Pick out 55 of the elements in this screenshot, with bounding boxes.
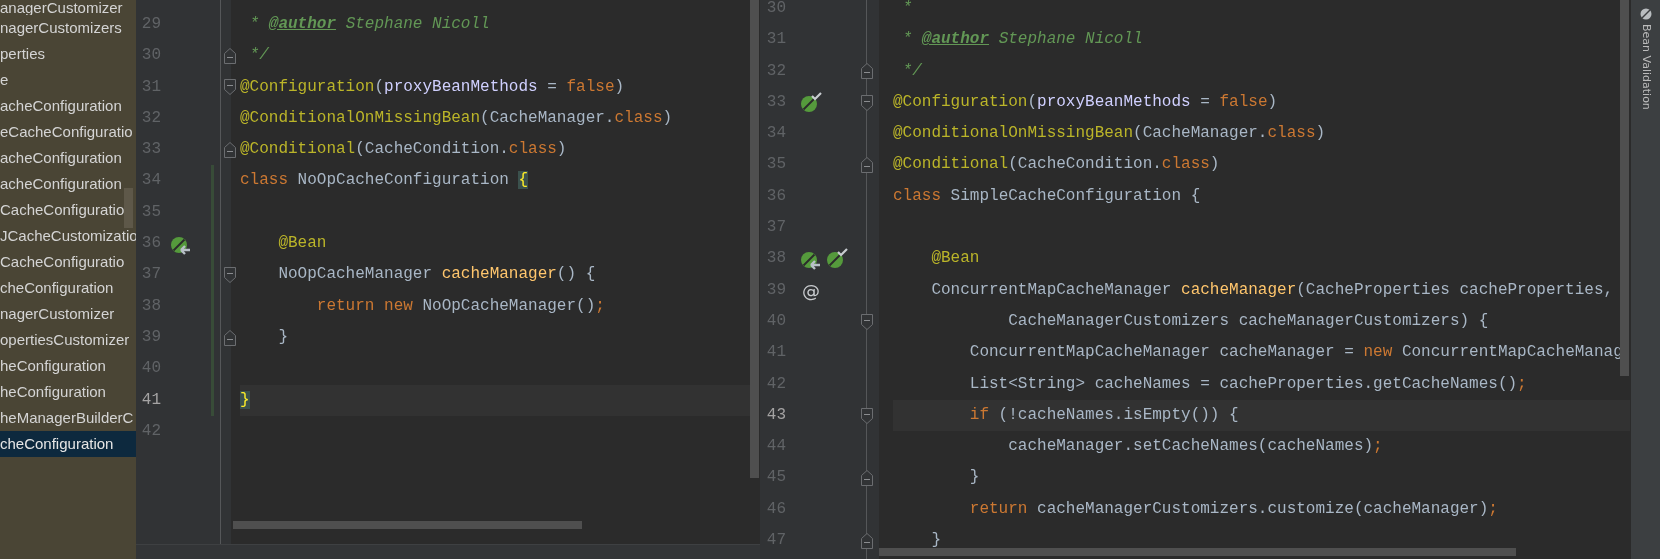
code-line: @Bean bbox=[930, 249, 980, 268]
tree-item[interactable]: heConfiguration bbox=[0, 379, 136, 405]
code-line: ConcurrentMapCacheManager cacheManager = new ConcurrentMapCacheManag bbox=[968, 343, 1623, 362]
code-line: */ bbox=[248, 46, 269, 65]
tree-item[interactable]: eCacheConfiguratio bbox=[0, 119, 136, 145]
bean-icon bbox=[1640, 8, 1652, 20]
tree-item[interactable]: cheConfiguration bbox=[0, 275, 136, 301]
bean-check-icon bbox=[800, 91, 822, 114]
code-line: class SimpleCacheConfiguration { bbox=[893, 186, 1201, 205]
code-line: } bbox=[930, 531, 941, 550]
code-line: */ bbox=[901, 61, 922, 80]
code-line: NoOpCacheManager cacheManager() { bbox=[277, 265, 596, 284]
at-sign-icon: @ bbox=[802, 279, 820, 301]
tree-item[interactable]: acheConfiguration bbox=[0, 93, 136, 119]
tree-item[interactable]: JCacheCustomizatio bbox=[0, 223, 136, 249]
bean-check-icon bbox=[826, 248, 848, 270]
code-line: if (!cacheNames.isEmpty()) { bbox=[968, 405, 1239, 424]
code-line: @ConditionalOnMissingBean(CacheManager.class) bbox=[893, 124, 1326, 143]
code-line: * @author Stephane Nicoll bbox=[248, 15, 490, 33]
scrollbar-thumb[interactable] bbox=[879, 548, 1516, 556]
code-line: @Conditional(CacheCondition.class) bbox=[240, 140, 567, 159]
tree-item[interactable]: e bbox=[0, 67, 136, 93]
code-line: CacheManagerCustomizers cacheManagerCustomizers) { bbox=[1007, 311, 1489, 330]
code-line: * @author Stephane Nicoll bbox=[901, 30, 1143, 49]
code-line: @Bean bbox=[277, 234, 327, 253]
code-line: return cacheManagerCustomizers.customize(cacheManager); bbox=[968, 499, 1498, 518]
code-line: * bbox=[901, 0, 913, 17]
bean-validation-tab[interactable]: Bean Validation bbox=[1631, 0, 1660, 118]
tree-item[interactable]: CacheConfiguratio bbox=[0, 249, 136, 275]
scrollbar-thumb[interactable] bbox=[1620, 0, 1629, 376]
code-line: @ConditionalOnMissingBean(CacheManager.class) bbox=[240, 108, 673, 127]
code-line: @Conditional(CacheCondition.class) bbox=[893, 155, 1220, 174]
tree-item[interactable]: opertiesCustomizer bbox=[0, 327, 136, 353]
line-number: 41 bbox=[140, 389, 161, 411]
code-line: @Configuration(proxyBeanMethods = false) bbox=[893, 92, 1278, 111]
code-line: List<String> cacheNames = cacheProperties.getCacheNames(); bbox=[968, 374, 1527, 393]
tree-item[interactable]: acheConfiguration bbox=[0, 171, 136, 197]
code-line: class NoOpCacheConfiguration { bbox=[240, 171, 529, 190]
code-line: } bbox=[968, 468, 980, 487]
scrollbar-thumb[interactable] bbox=[750, 0, 759, 478]
code-line: return new NoOpCacheManager(); bbox=[315, 296, 605, 315]
tree-item[interactable]: nagerCustomizer bbox=[0, 301, 136, 327]
tree-item[interactable]: acheConfiguration bbox=[0, 145, 136, 171]
code-line: @Configuration(proxyBeanMethods = false) bbox=[240, 77, 625, 96]
tree-item[interactable]: perties bbox=[0, 41, 136, 67]
code-line: } bbox=[277, 327, 288, 346]
tree-item[interactable]: nagerCustomizers bbox=[0, 15, 136, 41]
tree-item[interactable]: heManagerBuilderC bbox=[0, 405, 136, 431]
scrollbar-thumb[interactable] bbox=[233, 521, 582, 529]
code-line: cacheManager.setCacheNames(cacheNames); bbox=[1007, 437, 1383, 456]
code-line: ConcurrentMapCacheManager cacheManager(CacheProperties cacheProperties, bbox=[930, 280, 1614, 299]
line-number: 43 bbox=[765, 404, 786, 426]
tree-item[interactable]: CacheConfiguratio bbox=[0, 197, 136, 223]
tree-item[interactable]: cheConfiguration bbox=[0, 431, 136, 457]
tree-item[interactable]: heConfiguration bbox=[0, 353, 136, 379]
